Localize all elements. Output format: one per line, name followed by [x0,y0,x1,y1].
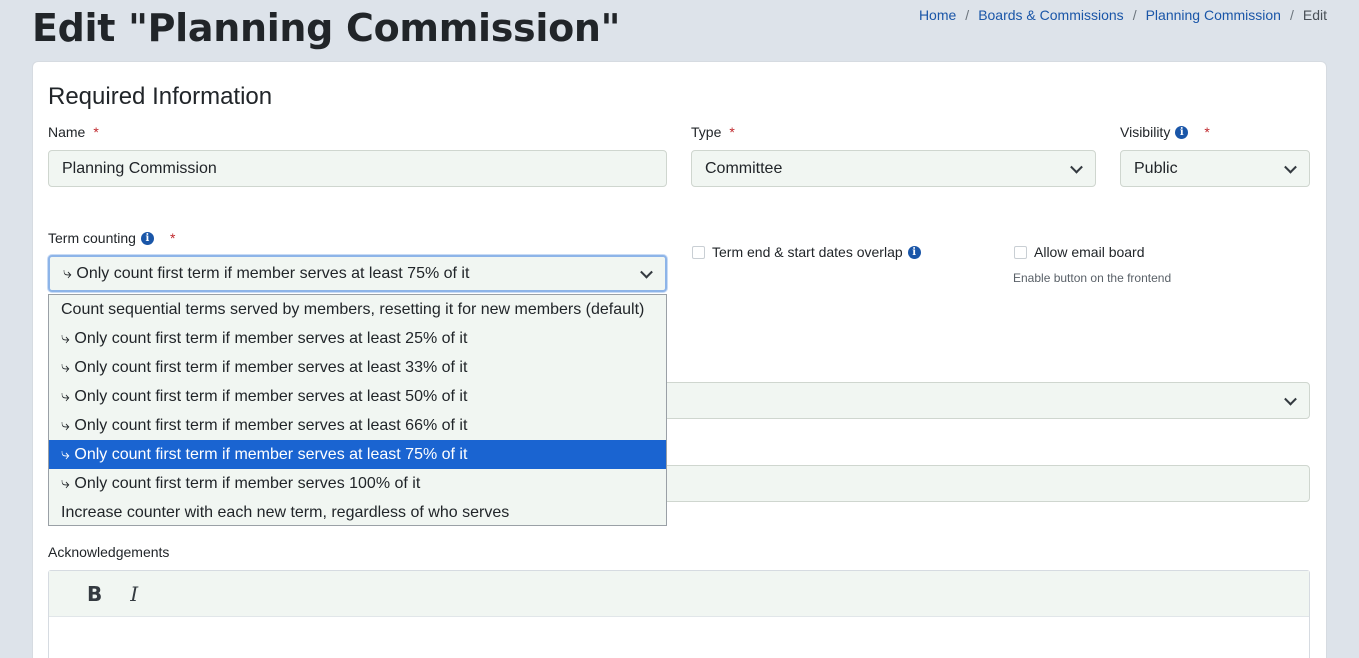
breadcrumb-current: Edit [1302,7,1327,23]
info-circle-icon[interactable]: i [140,231,154,245]
allow-email-label: Allow email board [1034,244,1145,260]
dropdown-option[interactable]: ⤷ Only count first term if member serves… [49,469,666,498]
overlap-label: Term end & start dates overlap i [712,244,921,260]
dropdown-option[interactable]: ⤷ Only count first term if member serves… [49,353,666,382]
dropdown-option[interactable]: Increase counter with each new term, reg… [49,498,666,527]
chevron-down-icon [1070,160,1083,174]
dropdown-option[interactable]: ⤷ Only count first term if member serves… [49,411,666,440]
term-counting-dropdown: Count sequential terms served by members… [48,294,667,526]
breadcrumb: Home / Boards & Commissions / Planning C… [919,7,1327,23]
overlap-checkbox[interactable] [692,246,705,259]
bold-icon[interactable]: B [87,582,102,606]
type-label: Type * [691,124,735,140]
breadcrumb-home[interactable]: Home [919,7,956,23]
breadcrumb-planning-commission[interactable]: Planning Commission [1146,7,1281,23]
breadcrumb-separator: / [1132,7,1137,23]
section-title: Required Information [48,83,273,110]
visibility-select[interactable]: Public [1120,150,1310,187]
editor-toolbar: B I [49,571,1309,617]
required-marker: * [93,124,99,140]
name-input[interactable]: Planning Commission [48,150,667,187]
term-counting-select[interactable]: ⤷ Only count first term if member serves… [48,255,667,292]
dropdown-option-selected[interactable]: ⤷ Only count first term if member serves… [49,440,666,469]
dropdown-option[interactable]: ⤷ Only count first term if member serves… [49,324,666,353]
info-circle-icon[interactable]: i [1175,125,1189,139]
allow-email-checkbox[interactable] [1014,246,1027,259]
type-select[interactable]: Committee [691,150,1096,187]
acknowledgements-editor[interactable]: B I [48,570,1310,658]
required-marker: * [1204,124,1210,140]
allow-email-helper: Enable button on the frontend [1013,271,1172,285]
chevron-down-icon [1284,392,1297,406]
dropdown-option[interactable]: ⤷ Only count first term if member serves… [49,382,666,411]
italic-icon[interactable]: I [130,582,138,606]
breadcrumb-separator: / [965,7,970,23]
acknowledgements-label: Acknowledgements [48,544,170,560]
visibility-label: Visibility i * [1120,124,1210,140]
required-marker: * [729,124,735,140]
page-title: Edit "Planning Commission" [32,6,621,50]
breadcrumb-boards[interactable]: Boards & Commissions [978,7,1124,23]
term-counting-label: Term counting i * [48,230,176,246]
chevron-down-icon [640,265,653,279]
chevron-down-icon [1284,160,1297,174]
breadcrumb-separator: / [1289,7,1294,23]
required-marker: * [169,230,176,246]
dropdown-option[interactable]: Count sequential terms served by members… [49,295,666,324]
info-circle-icon[interactable]: i [907,245,921,259]
name-label: Name * [48,124,99,140]
